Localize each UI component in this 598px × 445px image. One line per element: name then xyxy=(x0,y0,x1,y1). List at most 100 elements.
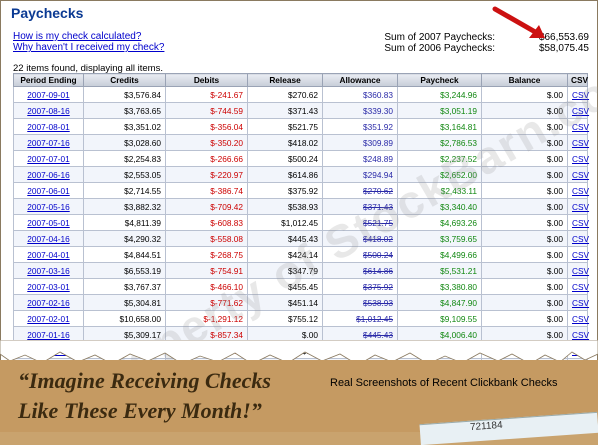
check-not-received-link[interactable]: Why haven't I received my check? xyxy=(13,42,164,53)
table-header-row: Period Ending Credits Debits Release All… xyxy=(13,73,588,87)
table-row: 2007-06-01 $2,714.55 $-386.74 $375.92 $270.6… xyxy=(13,182,589,199)
col-header-period-ending[interactable]: Period Ending xyxy=(13,73,84,87)
allowance-cell: $375.92 xyxy=(322,278,398,295)
csv-link[interactable]: CSV xyxy=(567,230,589,247)
col-header-paycheck[interactable]: Paycheck xyxy=(397,73,482,87)
paycheck-cell: $4,693.26 xyxy=(397,214,482,231)
paycheck-cell: $2,786.53 xyxy=(397,134,482,151)
col-header-allowance[interactable]: Allowance xyxy=(322,73,398,87)
paycheck-cell: $3,380.80 xyxy=(397,278,482,295)
credits-cell: $2,254.83 xyxy=(83,150,166,167)
col-header-debits[interactable]: Debits xyxy=(165,73,248,87)
release-cell: $755.12 xyxy=(247,310,323,327)
col-header-credits[interactable]: Credits xyxy=(83,73,166,87)
allowance-cell: $270.62 xyxy=(322,182,398,199)
period-ending-link[interactable]: 2007-02-01 xyxy=(13,310,84,327)
period-ending-link[interactable]: 2007-04-01 xyxy=(13,246,84,263)
csv-link[interactable]: CSV xyxy=(567,278,589,295)
csv-link[interactable]: CSV xyxy=(567,150,589,167)
headline-line-1: “Imagine Receiving Checks xyxy=(18,368,271,393)
balance-cell: $.00 xyxy=(481,198,568,215)
balance-cell: $.00 xyxy=(481,230,568,247)
paycheck-cell: $4,847.90 xyxy=(397,294,482,311)
period-ending-link[interactable]: 2007-03-01 xyxy=(13,278,84,295)
allowance-cell: $360.83 xyxy=(322,86,398,103)
debits-cell: $-744.59 xyxy=(165,102,248,119)
allowance-cell: $351.92 xyxy=(322,118,398,135)
csv-link[interactable]: CSV xyxy=(567,214,589,231)
period-ending-link[interactable]: 2007-09-01 xyxy=(13,86,84,103)
sum-2007-label: Sum of 2007 Paychecks: xyxy=(384,32,495,43)
debits-cell: $-356.04 xyxy=(165,118,248,135)
release-cell: $614.86 xyxy=(247,166,323,183)
debits-cell: $-754.91 xyxy=(165,262,248,279)
credits-cell: $2,553.05 xyxy=(83,166,166,183)
table-row: 2007-04-16 $4,290.32 $-558.08 $445.43 $418.0… xyxy=(13,230,589,247)
release-cell: $418.02 xyxy=(247,134,323,151)
release-cell: $375.92 xyxy=(247,182,323,199)
credits-cell: $3,351.02 xyxy=(83,118,166,135)
csv-link[interactable]: CSV xyxy=(567,310,589,327)
allowance-cell: $538.93 xyxy=(322,294,398,311)
period-ending-link[interactable]: 2007-06-01 xyxy=(13,182,84,199)
balance-cell: $.00 xyxy=(481,166,568,183)
balance-cell: $.00 xyxy=(481,118,568,135)
paycheck-cell: $3,051.19 xyxy=(397,102,482,119)
csv-link[interactable]: CSV xyxy=(567,134,589,151)
table-row: 2007-03-16 $6,553.19 $-754.91 $347.79 $614.8… xyxy=(13,262,589,279)
col-header-balance[interactable]: Balance xyxy=(481,73,568,87)
paycheck-cell: $3,759.65 xyxy=(397,230,482,247)
period-ending-link[interactable]: 2007-03-16 xyxy=(13,262,84,279)
table-row: 2007-07-16 $3,028.60 $-350.20 $418.02 $309.8… xyxy=(13,134,589,151)
release-cell: $347.79 xyxy=(247,262,323,279)
debits-cell: $-241.67 xyxy=(165,86,248,103)
csv-link[interactable]: CSV xyxy=(567,182,589,199)
csv-link[interactable]: CSV xyxy=(567,246,589,263)
period-ending-link[interactable]: 2007-06-16 xyxy=(13,166,84,183)
check-calculation-link[interactable]: How is my check calculated? xyxy=(13,31,141,42)
allowance-cell: $371.43 xyxy=(322,198,398,215)
debits-cell: $-608.83 xyxy=(165,214,248,231)
debits-cell: $-220.97 xyxy=(165,166,248,183)
period-ending-link[interactable]: 2007-07-01 xyxy=(13,150,84,167)
sum-2006-label: Sum of 2006 Paychecks: xyxy=(384,43,495,54)
allowance-cell: $418.02 xyxy=(322,230,398,247)
balance-cell: $.00 xyxy=(481,102,568,119)
credits-cell: $5,304.81 xyxy=(83,294,166,311)
paycheck-cell: $2,652.00 xyxy=(397,166,482,183)
period-ending-link[interactable]: 2007-02-16 xyxy=(13,294,84,311)
csv-link[interactable]: CSV xyxy=(567,198,589,215)
balance-cell: $.00 xyxy=(481,246,568,263)
caption-text: Real Screenshots of Recent Clickbank Che… xyxy=(330,377,558,389)
paycheck-cell: $5,531.21 xyxy=(397,262,482,279)
sum-2006-value: $58,075.45 xyxy=(538,43,589,54)
csv-link[interactable]: CSV xyxy=(567,294,589,311)
csv-link[interactable]: CSV xyxy=(567,166,589,183)
release-cell: $270.62 xyxy=(247,86,323,103)
csv-link[interactable]: CSV xyxy=(567,118,589,135)
period-ending-link[interactable]: 2007-05-01 xyxy=(13,214,84,231)
balance-cell: $.00 xyxy=(481,182,568,199)
release-cell: $451.14 xyxy=(247,294,323,311)
table-row: 2007-05-01 $4,811.39 $-608.83 $1,012.45 $521… xyxy=(13,214,589,231)
period-ending-link[interactable]: 2007-08-01 xyxy=(13,118,84,135)
period-ending-link[interactable]: 2007-07-16 xyxy=(13,134,84,151)
col-header-release[interactable]: Release xyxy=(247,73,323,87)
debits-cell: $-709.42 xyxy=(165,198,248,215)
table-row: 2007-02-01 $10,658.00 $-1,291.12 $755.12 $1,… xyxy=(13,310,589,327)
debits-cell: $-266.66 xyxy=(165,150,248,167)
allowance-cell: $614.86 xyxy=(322,262,398,279)
csv-link[interactable]: CSV xyxy=(567,86,589,103)
credits-cell: $2,714.55 xyxy=(83,182,166,199)
allowance-cell: $500.24 xyxy=(322,246,398,263)
paycheck-cell: $2,237.52 xyxy=(397,150,482,167)
table-row: 2007-05-16 $3,882.32 $-709.42 $538.93 $371.4… xyxy=(13,198,589,215)
balance-cell: $.00 xyxy=(481,294,568,311)
period-ending-link[interactable]: 2007-05-16 xyxy=(13,198,84,215)
period-ending-link[interactable]: 2007-04-16 xyxy=(13,230,84,247)
allowance-cell: $339.30 xyxy=(322,102,398,119)
csv-link[interactable]: CSV xyxy=(567,262,589,279)
col-header-csv[interactable]: CSV xyxy=(567,73,588,87)
csv-link[interactable]: CSV xyxy=(567,102,589,119)
period-ending-link[interactable]: 2007-08-16 xyxy=(13,102,84,119)
